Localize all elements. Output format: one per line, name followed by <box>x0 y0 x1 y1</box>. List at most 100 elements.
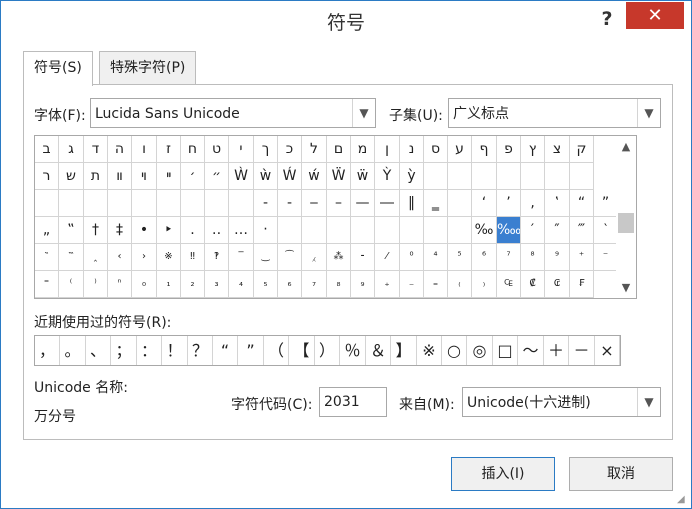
symbol-cell[interactable]: ⁃ <box>351 244 375 271</box>
symbol-cell[interactable]: ‷ <box>59 244 84 271</box>
cancel-button[interactable]: 取消 <box>569 457 673 491</box>
close-button[interactable]: ✕ <box>626 2 684 29</box>
symbol-cell[interactable]: ″ <box>545 217 570 244</box>
symbol-cell[interactable]: “ <box>570 190 594 217</box>
symbol-cell[interactable]: ‚ <box>521 190 545 217</box>
symbol-cell[interactable]: ₊ <box>375 271 400 298</box>
tab-symbols[interactable]: 符号(S) <box>23 51 93 86</box>
recent-symbol-cell[interactable]: 、 <box>86 336 111 365</box>
symbol-cell[interactable]: ‖ <box>400 190 424 217</box>
chevron-down-icon[interactable]: ▼ <box>637 388 660 416</box>
symbol-cell[interactable] <box>205 190 229 217</box>
symbol-cell[interactable]: ⁽ <box>59 271 84 298</box>
recent-symbol-cell[interactable]: ？ <box>188 336 213 365</box>
symbol-cell[interactable]: ⁻ <box>594 244 618 271</box>
symbol-cell[interactable]: ₆ <box>278 271 302 298</box>
symbol-cell[interactable]: ⁹ <box>545 244 570 271</box>
symbol-cell[interactable] <box>84 190 108 217</box>
symbol-cell[interactable]: „ <box>35 217 59 244</box>
symbol-cell[interactable]: ⁾ <box>84 271 108 298</box>
symbol-cell[interactable]: ⁸ <box>521 244 545 271</box>
symbol-cell[interactable]: ₍ <box>448 271 472 298</box>
symbol-cell[interactable]: ו <box>132 136 157 163</box>
symbol-cell[interactable]: ₌ <box>424 271 448 298</box>
symbol-cell[interactable]: ‰ <box>472 217 497 244</box>
symbol-cell[interactable]: ‛ <box>545 190 570 217</box>
symbol-cell[interactable]: ․ <box>181 217 205 244</box>
symbol-cell[interactable]: ₈ <box>327 271 351 298</box>
symbol-cell[interactable]: ‿ <box>254 244 278 271</box>
recent-symbol-cell[interactable]: “ <box>213 336 238 365</box>
recent-symbol-cell[interactable]: ＆ <box>366 336 391 365</box>
symbol-cell[interactable]: ⁰ <box>400 244 424 271</box>
symbol-cell[interactable] <box>181 190 205 217</box>
symbol-cell[interactable]: – <box>327 190 351 217</box>
symbol-cell[interactable]: Ẃ <box>278 163 302 190</box>
symbol-cell[interactable]: … <box>229 217 254 244</box>
symbol-cell[interactable]: † <box>84 217 108 244</box>
symbol-cell[interactable]: Ẅ <box>327 163 351 190</box>
symbol-cell[interactable]: • <box>132 217 157 244</box>
symbol-cell[interactable]: ₂ <box>181 271 205 298</box>
symbol-cell[interactable]: פ <box>497 136 521 163</box>
symbol-cell[interactable]: ‶ <box>35 244 59 271</box>
symbol-cell[interactable] <box>351 217 375 244</box>
symbol-cell[interactable]: ‒ <box>302 190 327 217</box>
symbol-cell[interactable]: װ <box>108 163 132 190</box>
symbol-cell[interactable]: ※ <box>157 244 181 271</box>
symbol-cell[interactable]: ‾ <box>229 244 254 271</box>
symbol-cell[interactable]: מ <box>351 136 375 163</box>
symbol-cell[interactable]: ‵ <box>594 217 618 244</box>
symbol-cell[interactable]: ẃ <box>302 163 327 190</box>
recent-symbol-cell[interactable]: ” <box>238 336 264 365</box>
recent-symbol-cell[interactable]: 。 <box>60 336 86 365</box>
symbol-cell[interactable]: ‱ <box>497 217 521 244</box>
recent-symbol-cell[interactable]: ※ <box>417 336 442 365</box>
symbol-cell[interactable]: Ỳ <box>375 163 400 190</box>
symbol-cell[interactable]: ל <box>302 136 327 163</box>
symbol-cell[interactable]: ₢ <box>545 271 570 298</box>
symbol-cell[interactable]: ם <box>327 136 351 163</box>
symbol-cell[interactable]: ⁷ <box>497 244 521 271</box>
recent-symbol-cell[interactable]: ◎ <box>467 336 493 365</box>
symbol-cell[interactable]: ז <box>157 136 181 163</box>
symbol-cell[interactable] <box>448 190 472 217</box>
symbol-cell[interactable]: ₠ <box>497 271 521 298</box>
symbol-cell[interactable]: ₣ <box>570 271 594 298</box>
symbol-cell[interactable]: ד <box>84 136 108 163</box>
resize-grip-icon[interactable]: ◢ <box>677 494 689 506</box>
symbol-cell[interactable]: ₇ <box>302 271 327 298</box>
symbol-cell[interactable]: ‼ <box>181 244 205 271</box>
recent-symbol-cell[interactable]: ； <box>111 336 137 365</box>
symbol-cell[interactable]: ‽ <box>205 244 229 271</box>
from-select[interactable]: Unicode(十六进制) ▼ <box>462 387 661 417</box>
symbol-cell[interactable]: ‘ <box>472 190 497 217</box>
recent-symbol-cell[interactable]: 【 <box>289 336 315 365</box>
recent-symbol-cell[interactable]: 】 <box>391 336 417 365</box>
symbol-cell[interactable] <box>545 163 570 190</box>
symbol-cell[interactable] <box>157 190 181 217</box>
symbol-cell[interactable]: ỳ <box>400 163 424 190</box>
symbol-cell[interactable]: ⁂ <box>327 244 351 271</box>
symbol-cell[interactable]: ײ <box>157 163 181 190</box>
symbol-cell[interactable]: ‐ <box>254 190 278 217</box>
chevron-down-icon[interactable]: ▼ <box>352 99 375 127</box>
symbol-cell[interactable]: כ <box>278 136 302 163</box>
symbol-cell[interactable]: ₃ <box>205 271 229 298</box>
symbol-cell[interactable]: נ <box>400 136 424 163</box>
symbol-cell[interactable]: ן <box>375 136 400 163</box>
recent-symbol-cell[interactable]: ， <box>35 336 60 365</box>
recent-symbol-cell[interactable]: ： <box>137 336 162 365</box>
symbol-cell[interactable] <box>570 163 594 190</box>
symbol-cell[interactable]: ב <box>35 136 59 163</box>
recent-symbol-cell[interactable]: － <box>569 336 595 365</box>
symbol-cell[interactable]: ⁺ <box>570 244 594 271</box>
symbol-cell[interactable]: ₎ <box>472 271 497 298</box>
symbol-cell[interactable] <box>424 217 448 244</box>
symbol-cell[interactable]: ח <box>181 136 205 163</box>
symbol-cell[interactable]: ץ <box>521 136 545 163</box>
symbol-cell[interactable] <box>472 163 497 190</box>
symbol-cell[interactable]: ₅ <box>254 271 278 298</box>
symbol-cell[interactable]: ₋ <box>400 271 424 298</box>
symbol-cell[interactable]: ₀ <box>132 271 157 298</box>
